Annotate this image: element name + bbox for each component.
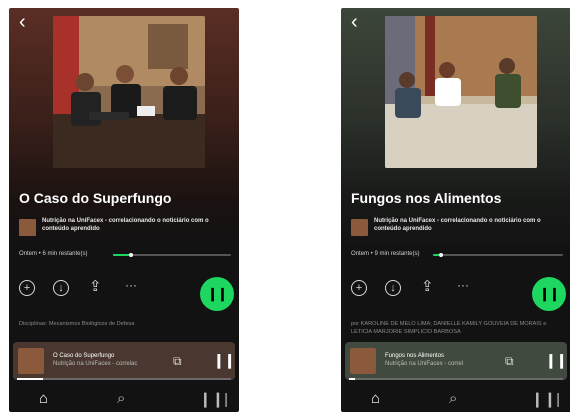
episode-cover <box>53 16 205 168</box>
plus-circle-icon[interactable]: + <box>351 280 367 296</box>
show-thumbnail <box>19 219 36 236</box>
episode-title: Fungos nos Alimentos <box>351 190 502 206</box>
share-icon[interactable]: ⇪ <box>89 278 102 296</box>
home-icon[interactable]: ⌂ <box>39 390 48 407</box>
pause-icon: ❙❙ <box>213 352 235 368</box>
episode-progress-handle[interactable] <box>438 253 443 257</box>
show-row[interactable]: Nutrição na UniFacex - correlacionando o… <box>19 216 234 240</box>
episode-meta: Ontem • 6 min restante(s) <box>19 251 88 257</box>
episode-controls: + ↓ ⇪ ··· ❙❙ <box>351 276 566 312</box>
back-button[interactable]: ‹ <box>19 12 26 32</box>
library-icon[interactable]: ❙❙| <box>531 390 560 408</box>
more-icon[interactable]: ··· <box>457 276 469 294</box>
episode-progress[interactable] <box>433 253 563 257</box>
mini-player-progress <box>349 378 563 380</box>
episode-progress[interactable] <box>113 253 231 257</box>
pause-icon: ❙❙ <box>207 286 228 301</box>
pause-button[interactable]: ❙❙ <box>200 277 234 311</box>
pause-icon: ❙❙ <box>545 352 567 368</box>
mini-player[interactable]: Fungos nos Alimentos Nutrição na UniFace… <box>345 342 567 380</box>
devices-icon[interactable]: ⧉ <box>173 354 182 369</box>
download-circle-icon[interactable]: ↓ <box>53 280 69 296</box>
mini-player[interactable]: O Caso do Superfungo Nutrição na UniFace… <box>13 342 235 380</box>
episode-description: Disciplinas: Mecanismos Biológicos de De… <box>19 321 135 327</box>
show-name: Nutrição na UniFacex - correlacionando o… <box>374 218 541 232</box>
mini-player-title: O Caso do Superfungo <box>53 353 115 359</box>
phone-screen-2: ‹ Fungos nos Alimentos Nutrição na UniFa… <box>341 8 570 412</box>
show-row[interactable]: Nutrição na UniFacex - correlacionando o… <box>351 216 566 240</box>
devices-icon[interactable]: ⧉ <box>505 354 514 369</box>
mini-player-progress <box>17 378 231 380</box>
search-icon[interactable]: ⌕ <box>117 390 125 407</box>
mini-player-subtitle: Nutrição na UniFacex - correlac <box>53 361 138 367</box>
phone-screen-1: ‹ O Caso do Superfungo Nutrição na UniFa… <box>9 8 239 412</box>
download-circle-icon[interactable]: ↓ <box>385 280 401 296</box>
library-icon[interactable]: ❙❙| <box>199 390 228 408</box>
pause-icon: ❙❙ <box>539 286 560 301</box>
episode-title: O Caso do Superfungo <box>19 190 172 206</box>
episode-controls: + ↓ ⇪ ··· ❙❙ <box>19 276 234 312</box>
chevron-left-icon: ‹ <box>351 11 358 33</box>
mini-player-thumbnail <box>350 348 376 374</box>
pause-button[interactable]: ❙❙ <box>532 277 566 311</box>
show-name: Nutrição na UniFacex - correlacionando o… <box>42 218 209 232</box>
episode-cover <box>385 16 537 168</box>
bottom-nav: ⌂ ⌕ ❙❙| <box>9 386 239 412</box>
plus-circle-icon[interactable]: + <box>19 280 35 296</box>
show-thumbnail <box>351 219 368 236</box>
mini-player-thumbnail <box>18 348 44 374</box>
bottom-nav: ⌂ ⌕ ❙❙| <box>341 386 570 412</box>
mini-player-subtitle: Nutrição na UniFacex - correl <box>385 361 464 367</box>
episode-meta: Ontem • 9 min restante(s) <box>351 251 420 257</box>
share-icon[interactable]: ⇪ <box>421 278 434 296</box>
back-button[interactable]: ‹ <box>351 12 358 32</box>
more-icon[interactable]: ··· <box>125 276 137 294</box>
search-icon[interactable]: ⌕ <box>449 390 457 407</box>
home-icon[interactable]: ⌂ <box>371 390 380 407</box>
mini-pause-button[interactable]: ❙❙ <box>545 352 567 369</box>
mini-player-title: Fungos nos Alimentos <box>385 353 445 359</box>
chevron-left-icon: ‹ <box>19 11 26 33</box>
episode-description: por KAROLINE DE MELO LIMA; DANIELLE KAMI… <box>351 321 547 335</box>
episode-progress-handle[interactable] <box>128 253 133 257</box>
mini-pause-button[interactable]: ❙❙ <box>213 352 235 369</box>
